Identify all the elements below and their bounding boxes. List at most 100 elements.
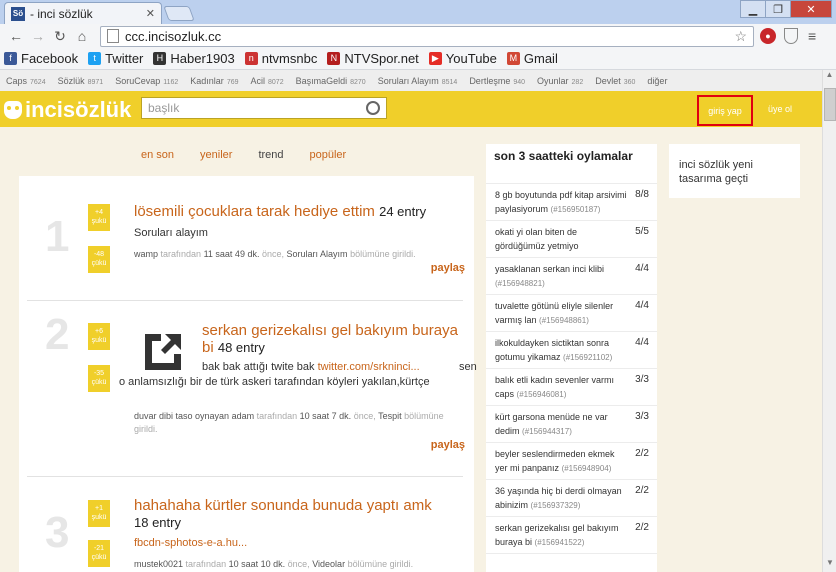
extension-shield-icon[interactable] (784, 28, 798, 44)
entry-section[interactable]: Soruları Alayım (287, 249, 348, 259)
page-content: en son yeniler trend popüler 1 +4 şukü -4… (0, 127, 822, 572)
haber1903-icon: H (153, 52, 167, 65)
tab-close-icon[interactable]: ✕ (146, 7, 155, 20)
page-scrollbar[interactable]: ▲ ▼ (822, 70, 836, 572)
vote-score: 3/3 (635, 411, 649, 422)
navigation-bar: ← → ↻ ⌂ ccc.incisozluk.cc ☆ ● ≡ (0, 24, 836, 48)
list-item[interactable]: ilkokuldayken sictiktan sonra gotumu yik… (486, 332, 657, 369)
forward-icon[interactable]: → (28, 28, 48, 44)
share-button[interactable]: paylaş (431, 439, 465, 451)
list-item[interactable]: 36 yaşında hiç bi derdi olmayan abinizim… (486, 480, 657, 517)
site-logo[interactable]: incisözlük (4, 97, 131, 123)
announcement-box: inci sözlük yeni tasarıma geçti (669, 144, 800, 198)
tab-yeniler[interactable]: yeniler (200, 149, 232, 161)
list-item[interactable]: okati yi olan biten de gördüğümüz yetmiy… (486, 221, 657, 258)
category-sorulari-alayim[interactable]: Soruları Alayım 8514 (378, 76, 458, 86)
extension-stop-icon[interactable]: ● (760, 28, 776, 44)
list-item[interactable]: yasaklanan serkan inci klibi (#156948821… (486, 258, 657, 295)
vote-score: 3/3 (635, 374, 649, 385)
signup-button[interactable]: üye ol (768, 104, 792, 114)
entry-title[interactable]: lösemili çocuklara tarak hediye ettim 24… (134, 203, 454, 220)
tab-title: - inci sözlük (30, 6, 93, 21)
bookmark-star-icon[interactable]: ☆ (734, 28, 747, 45)
category-kadinlar[interactable]: Kadınlar 769 (190, 76, 238, 86)
bookmark-ntvmsnbc[interactable]: n ntvmsnbc (244, 51, 317, 66)
category-oyunlar[interactable]: Oyunlar 282 (537, 76, 583, 86)
upvote-button[interactable]: +1 şukü (88, 500, 110, 527)
upvote-button[interactable]: +4 şukü (88, 204, 110, 231)
bookmark-gmail[interactable]: M Gmail (506, 51, 558, 66)
entry-body-tail: sen o anlamsızlığı bir de türk askeri ta… (119, 361, 477, 388)
entry-author[interactable]: wamp (134, 249, 158, 259)
category-basimageldi[interactable]: BaşımaGeldi 8270 (296, 76, 366, 86)
twitter-icon: t (88, 52, 102, 65)
entry-link[interactable]: fbcdn-sphotos-e-a.hu... (134, 537, 247, 549)
category-sozluk[interactable]: Sözlük 8971 (58, 76, 104, 86)
list-item: 2 +6 şukü -35 çükü serkan gerizekalısı gel… (19, 302, 477, 472)
vote-score: 4/4 (635, 263, 649, 274)
back-icon[interactable]: ← (6, 28, 26, 44)
browser-tab[interactable]: Sö - inci sözlük ✕ (4, 2, 162, 24)
entry-author[interactable]: mustek0021 (134, 559, 183, 569)
category-acil[interactable]: Acil 8072 (251, 76, 284, 86)
search-input[interactable]: başlık (148, 101, 366, 115)
panel-title: son 3 saatteki oylamalar (486, 144, 657, 184)
search-icon[interactable] (366, 101, 380, 115)
scroll-down-icon[interactable]: ▼ (823, 558, 836, 572)
divider (27, 476, 463, 477)
category-diger[interactable]: diğer (647, 76, 667, 86)
entry-count: 24 entry (379, 204, 427, 219)
tab-trend[interactable]: trend (258, 149, 283, 161)
entry-count: 18 entry (134, 515, 181, 530)
list-item[interactable]: 8 gb boyutunda pdf kitap arsivimi paylas… (486, 184, 657, 221)
bookmark-facebook[interactable]: f Facebook (4, 51, 78, 66)
entry-body: Soruları alayım (134, 227, 208, 239)
category-devlet[interactable]: Devlet 360 (595, 76, 635, 86)
entry-section[interactable]: Videolar (312, 559, 345, 569)
bookmark-haber1903[interactable]: H Haber1903 (153, 51, 235, 66)
vote-score: 4/4 (635, 300, 649, 311)
vote-score: 5/5 (635, 226, 649, 237)
downvote-button[interactable]: -21 çükü (88, 540, 110, 567)
menu-icon[interactable]: ≡ (808, 28, 816, 44)
entry-title[interactable]: hahahaha kürtler sonunda bunuda yaptı am… (134, 497, 464, 531)
tab-en-son[interactable]: en son (141, 149, 174, 161)
ntvspor-icon: N (327, 52, 341, 65)
new-tab-button[interactable] (163, 6, 195, 21)
close-window-icon[interactable]: ✕ (790, 0, 832, 18)
downvote-button[interactable]: -35 çükü (88, 365, 110, 392)
bookmark-twitter[interactable]: t Twitter (88, 51, 143, 66)
vote-score: 2/2 (635, 448, 649, 459)
reload-icon[interactable]: ↻ (50, 28, 70, 45)
category-sorucevap[interactable]: SoruCevap 1162 (115, 76, 178, 86)
address-bar[interactable]: ccc.incisozluk.cc ☆ (100, 25, 754, 47)
category-caps[interactable]: Caps 7624 (6, 76, 46, 86)
list-item[interactable]: beyler seslendirmeden ekmek yer mi panpa… (486, 443, 657, 480)
list-item[interactable]: tuvalette götünü eliyle silenler varmış … (486, 295, 657, 332)
bookmarks-bar: f Facebook t Twitter H Haber1903 n ntvmsnbc … (0, 48, 836, 70)
restore-icon[interactable]: ❐ (765, 0, 791, 18)
downvote-button[interactable]: -48 çükü (88, 246, 110, 273)
entry-author[interactable]: duvar dibi taso oynayan adam (134, 411, 254, 421)
list-item[interactable]: kürt garsona menüde ne var dedim (#15694… (486, 406, 657, 443)
list-item[interactable]: serkan gerizekalısı gel bakıyım buraya b… (486, 517, 657, 554)
filter-tabs: en son yeniler trend popüler (141, 149, 372, 161)
category-dertlesme[interactable]: Dertleşme 940 (469, 76, 525, 86)
tab-strip: Sö - inci sözlük ✕ ▁ ❐ ✕ (0, 0, 836, 24)
bookmark-youtube[interactable]: ▶ YouTube (428, 51, 497, 66)
entry-meta: mustek0021 tarafından 10 saat 10 dk. önc… (134, 559, 414, 569)
upvote-button[interactable]: +6 şukü (88, 323, 110, 350)
share-button[interactable]: paylaş (431, 262, 465, 274)
list-item[interactable]: balık etli kadın sevenler varmı caps (#1… (486, 369, 657, 406)
entry-title[interactable]: serkan gerizekalısı gel bakıyım buraya b… (202, 322, 467, 356)
scrollbar-thumb[interactable] (824, 88, 836, 121)
home-icon[interactable]: ⌂ (72, 28, 92, 44)
tab-populer[interactable]: popüler (310, 149, 347, 161)
entry-section[interactable]: Tespit (378, 411, 402, 421)
scroll-up-icon[interactable]: ▲ (823, 70, 836, 84)
search-box[interactable]: başlık (141, 97, 387, 119)
minimize-icon[interactable]: ▁ (740, 0, 766, 18)
entry-rank: 2 (45, 310, 70, 359)
bookmark-ntvspor[interactable]: N NTVSpor.net (327, 51, 419, 66)
login-button[interactable]: giriş yap (697, 95, 753, 126)
